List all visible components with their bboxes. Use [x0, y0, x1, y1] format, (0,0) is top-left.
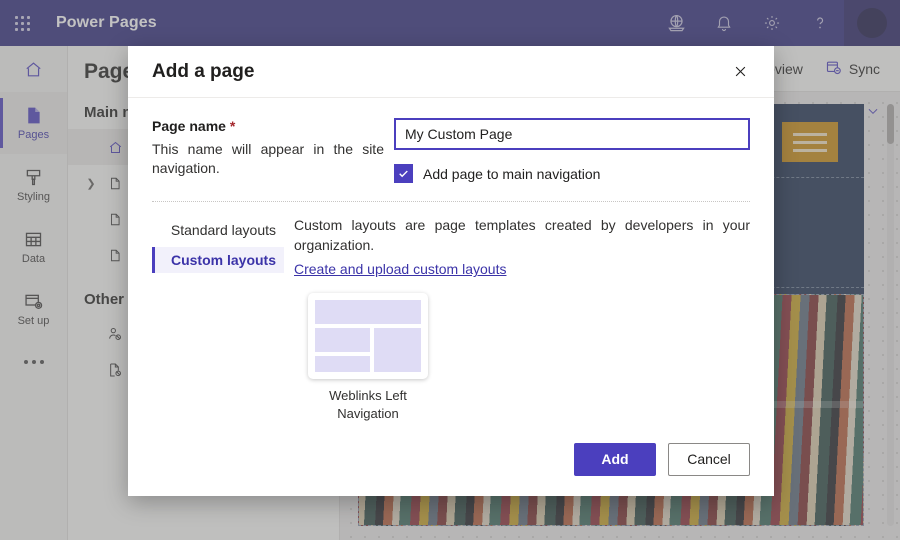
dialog-title: Add a page: [152, 60, 255, 82]
dialog-divider: [152, 201, 750, 202]
add-page-dialog: Add a page Page name * This name will ap…: [128, 46, 774, 496]
page-name-label: Page name *: [152, 118, 384, 134]
layout-description: Custom layouts are page templates create…: [294, 217, 750, 253]
add-to-nav-label[interactable]: Add page to main navigation: [423, 166, 600, 182]
layout-tabs: Standard layouts Custom layouts: [152, 216, 284, 422]
page-name-label-text: Page name: [152, 118, 226, 134]
add-to-nav-checkbox[interactable]: [394, 164, 413, 183]
layout-thumbnail: [308, 293, 428, 380]
close-icon[interactable]: [724, 56, 756, 88]
page-name-hint: This name will appear in the site naviga…: [152, 141, 384, 177]
page-name-row: Page name * This name will appear in the…: [152, 118, 750, 183]
page-name-input-group: Add page to main navigation: [394, 118, 750, 183]
page-name-label-group: Page name * This name will appear in the…: [152, 118, 384, 183]
create-upload-layouts-link[interactable]: Create and upload custom layouts: [294, 261, 506, 277]
thumb-block-a: [315, 328, 371, 353]
required-marker: *: [229, 118, 236, 134]
layout-card-list: Weblinks Left Navigation: [294, 293, 750, 422]
dialog-footer: Add Cancel: [128, 422, 774, 496]
add-to-nav-row[interactable]: Add page to main navigation: [394, 164, 750, 183]
thumb-block-b: [315, 356, 371, 373]
layout-card[interactable]: Weblinks Left Navigation: [308, 293, 428, 422]
dialog-body: Page name * This name will appear in the…: [128, 98, 774, 422]
thumb-block-c: [374, 328, 421, 373]
tab-standard-layouts[interactable]: Standard layouts: [152, 217, 284, 243]
thumb-header-block: [315, 300, 421, 325]
thumb-left-column: [315, 328, 371, 373]
dialog-header: Add a page: [128, 46, 774, 98]
thumb-body-blocks: [315, 328, 421, 373]
layouts-row: Standard layouts Custom layouts Custom l…: [152, 216, 750, 422]
cancel-button[interactable]: Cancel: [668, 442, 750, 476]
layout-content: Custom layouts are page templates create…: [294, 216, 750, 422]
layout-card-label: Weblinks Left Navigation: [329, 388, 407, 421]
add-button[interactable]: Add: [574, 442, 656, 476]
tab-custom-layouts[interactable]: Custom layouts: [152, 247, 284, 273]
page-name-input[interactable]: [394, 118, 750, 150]
power-pages-app: Power Pages Pages Styling Data Set up Pa…: [0, 0, 900, 540]
